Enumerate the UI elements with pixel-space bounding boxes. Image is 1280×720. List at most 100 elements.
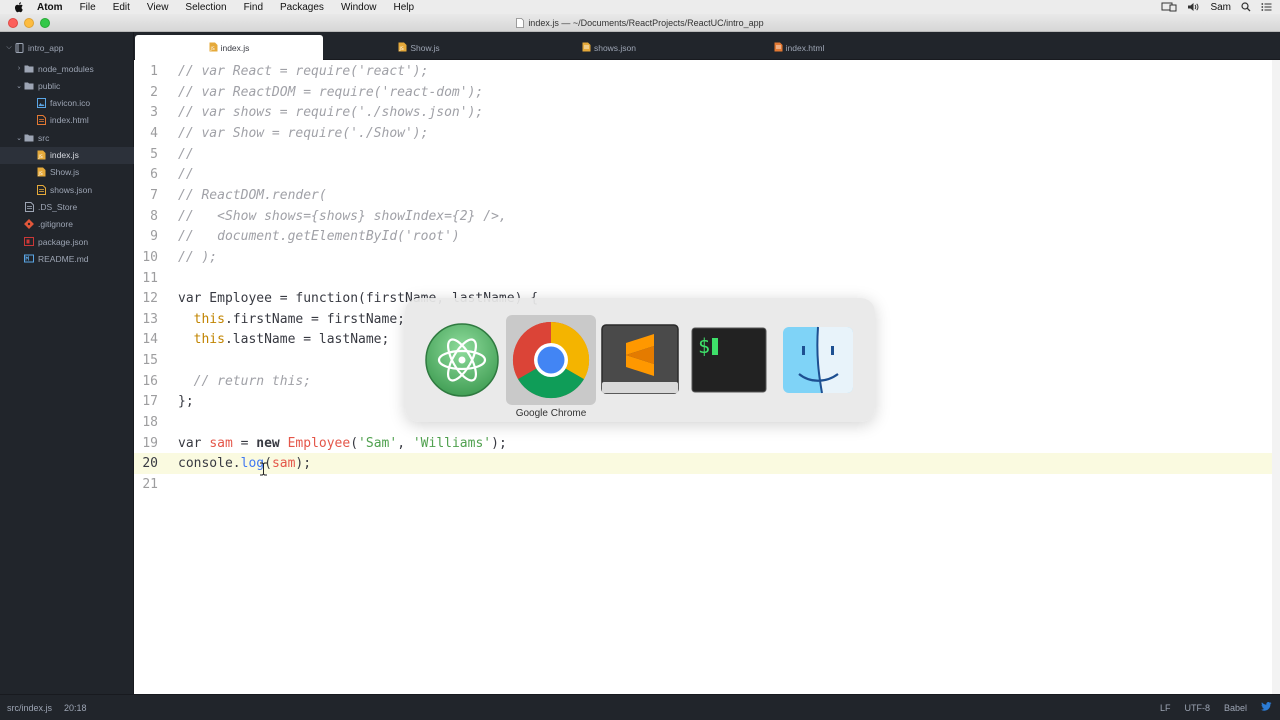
code-line[interactable]: // [178,164,194,185]
tab-show-js[interactable]: JS Show.js [325,35,513,60]
image-file-icon [36,98,46,109]
menu-edit[interactable]: Edit [113,2,130,13]
svg-text:JS: JS [209,46,214,52]
code-line[interactable]: // var ReactDOM = require('react-dom'); [178,82,483,103]
tree-item[interactable]: JS index.js [0,146,134,164]
chevron-right-icon: › [17,65,21,72]
menu-app-name[interactable]: Atom [37,2,63,13]
line-number[interactable]: 17 [134,391,158,412]
line-number[interactable]: 5 [134,144,158,165]
line-number[interactable]: 12 [134,288,158,309]
tab-index-html[interactable]: index.html [705,35,893,60]
switcher-app-sublime[interactable] [595,315,685,405]
twitter-icon[interactable] [1261,702,1272,713]
svg-text:JS: JS [37,171,42,177]
tree-item-label: index.html [50,115,89,126]
line-number[interactable]: 8 [134,206,158,227]
tab-shows-json[interactable]: shows.json [515,35,703,60]
menu-window[interactable]: Window [341,2,377,13]
scrollbar-track[interactable] [1272,60,1280,694]
tab-index-js[interactable]: JS index.js [135,35,323,60]
line-number[interactable]: 11 [134,268,158,289]
menu-help[interactable]: Help [394,2,415,13]
status-grammar[interactable]: Babel [1224,703,1247,713]
tree-item[interactable]: ⌄ src [0,129,134,146]
code-line[interactable]: this.lastName = lastName; [178,329,390,350]
line-number[interactable]: 7 [134,185,158,206]
code-line[interactable]: // ReactDOM.render( [178,185,327,206]
line-number[interactable]: 18 [134,412,158,433]
code-line[interactable]: // var React = require('react'); [178,61,428,82]
code-line[interactable]: // ); [178,247,217,268]
code-line[interactable]: this.firstName = firstName; [178,309,405,330]
switcher-app-terminal[interactable]: $ [684,315,774,405]
volume-icon[interactable] [1187,2,1200,12]
code-line[interactable]: // [178,144,194,165]
status-line-ending[interactable]: LF [1160,703,1171,713]
finder-icon [783,326,853,394]
line-number[interactable]: 16 [134,371,158,392]
line-number[interactable]: 9 [134,226,158,247]
line-number[interactable]: 20 [134,453,158,474]
line-number[interactable]: 14 [134,329,158,350]
code-line[interactable]: console.log(sam); [178,453,311,474]
code-line[interactable]: // document.getElementById('root') [178,226,460,247]
tree-root-label: intro_app [28,42,64,53]
tree-item[interactable]: package.json [0,233,134,250]
user-name[interactable]: Sam [1210,2,1231,13]
code-line[interactable]: var sam = new Employee('Sam', 'Williams'… [178,433,507,454]
spotlight-search-icon[interactable] [1241,2,1251,12]
npm-icon [24,237,34,247]
status-cursor-position[interactable]: 20:18 [64,703,87,713]
line-number[interactable]: 15 [134,350,158,371]
line-number[interactable]: 10 [134,247,158,268]
code-line[interactable]: // <Show shows={shows} showIndex={2} />, [178,206,507,227]
tree-item-label: README.md [38,253,89,264]
menu-find[interactable]: Find [244,2,263,13]
notification-center-icon[interactable] [1261,2,1272,12]
tree-item[interactable]: README.md [0,250,134,267]
display-icon[interactable] [1161,2,1177,12]
line-number-gutter[interactable]: 1 2 3 4 5 6 7 8 9 10 11 12 13 14 15 16 17 18 19 20 21 [134,60,166,694]
menu-selection[interactable]: Selection [185,2,226,13]
tree-item[interactable]: index.html [0,112,134,129]
apple-icon[interactable] [13,1,25,13]
switcher-app-finder[interactable] [773,315,863,405]
line-number[interactable]: 3 [134,102,158,123]
tree-item[interactable]: .gitignore [0,216,134,233]
status-file-path[interactable]: src/index.js [7,703,52,713]
svg-text:$: $ [698,334,710,358]
line-number[interactable]: 19 [134,433,158,454]
switcher-app-atom[interactable] [417,315,507,405]
line-number[interactable]: 1 [134,61,158,82]
tree-root-folder[interactable]: ⌵ intro_app [0,39,134,56]
chrome-icon [512,321,590,399]
line-number[interactable]: 2 [134,82,158,103]
svg-text:JS: JS [37,154,42,160]
code-line[interactable]: }; [178,391,194,412]
tree-item[interactable]: › node_modules [0,60,134,77]
tab-label: shows.json [593,42,637,53]
switcher-app-chrome[interactable] [506,315,596,405]
line-number[interactable]: 4 [134,123,158,144]
tree-item-label: Show.js [50,167,80,178]
text-file-icon [24,201,34,212]
code-line[interactable]: // return this; [178,371,311,392]
line-number[interactable]: 6 [134,164,158,185]
line-number[interactable]: 21 [134,474,158,495]
tree-item[interactable]: .DS_Store [0,198,134,215]
sublime-icon [601,324,679,394]
menu-view[interactable]: View [147,2,169,13]
menu-packages[interactable]: Packages [280,2,324,13]
tab-label: index.js [220,42,250,53]
line-number[interactable]: 13 [134,309,158,330]
tree-item[interactable]: favicon.ico [0,95,134,112]
tree-item[interactable]: JS Show.js [0,164,134,181]
tree-item[interactable]: shows.json [0,181,134,198]
tree-item[interactable]: ⌄ public [0,77,134,94]
code-line[interactable]: // var shows = require('./shows.json'); [178,102,483,123]
code-line[interactable]: // var Show = require('./Show'); [178,123,428,144]
status-encoding[interactable]: UTF-8 [1184,703,1210,713]
menu-file[interactable]: File [80,2,96,13]
json-file-icon [582,42,591,54]
